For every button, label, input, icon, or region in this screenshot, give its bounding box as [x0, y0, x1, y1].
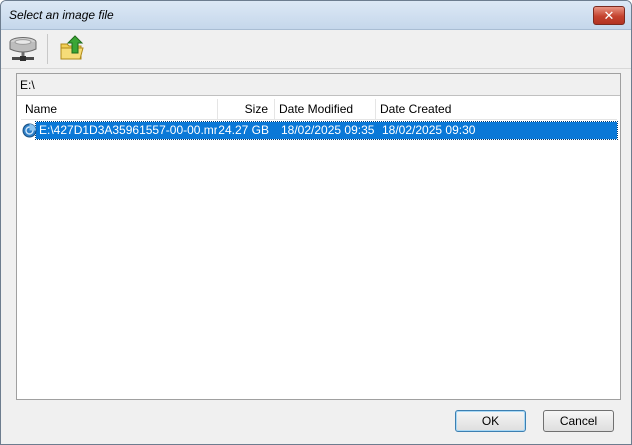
- column-header-date-modified[interactable]: Date Modified: [275, 99, 376, 119]
- dialog-window: Select an image file ✕ E:\ Name Size Dat…: [0, 0, 632, 445]
- window-title: Select an image file: [9, 8, 114, 22]
- column-header-name[interactable]: Name: [21, 99, 218, 119]
- up-folder-button[interactable]: [56, 33, 88, 63]
- ok-button[interactable]: OK: [455, 410, 526, 432]
- cancel-button[interactable]: Cancel: [543, 410, 614, 432]
- title-bar: Select an image file ✕: [1, 1, 631, 30]
- file-name: E:\427D1D3A35961557-00-00.mrimg: [39, 123, 217, 137]
- drive-icon: [9, 37, 37, 61]
- file-size: 24.27 GB: [218, 123, 269, 137]
- file-list[interactable]: Name Size Date Modified Date Created E:\…: [17, 96, 620, 399]
- toolbar-separator: [47, 34, 48, 64]
- close-icon: ✕: [603, 8, 615, 23]
- file-date-modified: 18/02/2025 09:35: [281, 123, 375, 137]
- close-button[interactable]: ✕: [593, 6, 625, 25]
- up-folder-icon: [60, 35, 84, 60]
- drive-button[interactable]: [7, 33, 39, 63]
- table-row[interactable]: E:\427D1D3A35961557-00-00.mrimg 24.27 GB…: [21, 121, 618, 140]
- toolbar: [1, 30, 631, 69]
- column-header-size[interactable]: Size: [218, 99, 275, 119]
- image-file-icon: [22, 123, 37, 138]
- file-browser: E:\ Name Size Date Modified Date Created…: [16, 73, 621, 400]
- current-path: E:\: [20, 78, 35, 92]
- list-header: Name Size Date Modified Date Created: [21, 99, 617, 120]
- path-bar: E:\: [17, 74, 620, 96]
- column-header-date-created[interactable]: Date Created: [376, 99, 617, 119]
- file-date-created: 18/02/2025 09:30: [382, 123, 476, 137]
